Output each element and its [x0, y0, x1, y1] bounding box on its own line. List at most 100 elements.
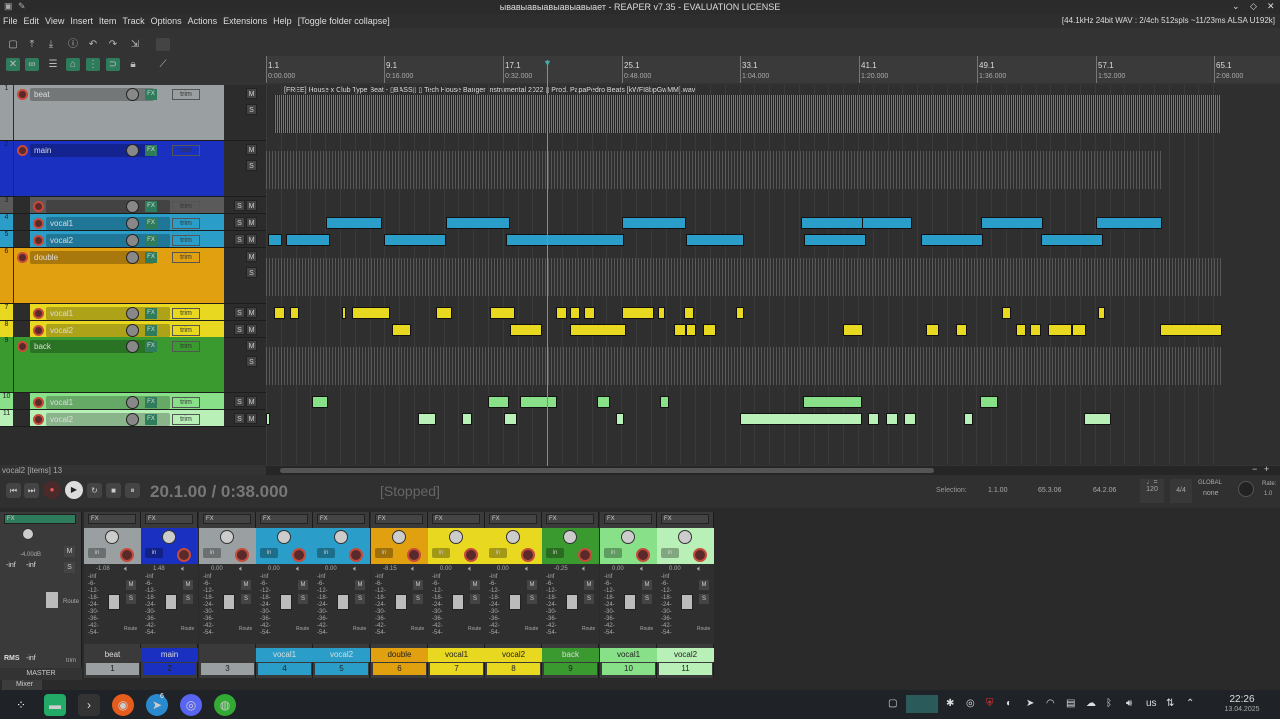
mute-button[interactable]: M: [246, 396, 257, 407]
strip-speaker-icon[interactable]: 🔈︎: [353, 564, 358, 574]
strip-route-button[interactable]: Route: [411, 626, 424, 632]
record-button[interactable]: ●: [43, 481, 61, 499]
fx-button[interactable]: FX: [145, 89, 157, 100]
strip-solo-button[interactable]: S: [584, 594, 594, 604]
strip-mute-button[interactable]: M: [355, 580, 365, 590]
fx-button[interactable]: FX: [145, 145, 157, 156]
rate-value[interactable]: 1.0: [1264, 491, 1272, 497]
fx-button[interactable]: FX: [145, 252, 157, 263]
tray-expand-icon[interactable]: ⌃: [1186, 698, 1194, 709]
strip-name[interactable]: double: [371, 648, 428, 662]
record-arm-button[interactable]: [33, 218, 44, 229]
solo-button[interactable]: S: [234, 217, 245, 228]
media-item[interactable]: [660, 396, 669, 408]
track-number[interactable]: 5: [0, 231, 13, 247]
media-item[interactable]: [1098, 307, 1105, 319]
strip-mute-button[interactable]: M: [584, 580, 594, 590]
media-item[interactable]: [703, 324, 716, 336]
track-number[interactable]: 10: [0, 393, 13, 409]
solo-button[interactable]: S: [234, 307, 245, 318]
arrange-view[interactable]: [FREE] House x Club Type Beat - ▯BASS▯ ▯…: [266, 85, 1280, 465]
media-item[interactable]: [570, 307, 580, 319]
strip-pan-knob[interactable]: [277, 530, 291, 544]
tray-cloud-icon[interactable]: ☁: [1086, 698, 1096, 709]
master-solo-button[interactable]: S: [64, 562, 75, 573]
fx-button[interactable]: FX: [145, 325, 157, 336]
strip-fx-button[interactable]: FX: [88, 514, 136, 524]
solo-button[interactable]: S: [246, 267, 257, 278]
media-item[interactable]: [868, 413, 879, 425]
firefox-icon[interactable]: ◉: [112, 694, 134, 716]
strip-mute-button[interactable]: M: [470, 580, 480, 590]
track-9[interactable]: 9 back FX trim M S: [0, 337, 266, 393]
master-trim-button[interactable]: trim: [66, 658, 76, 664]
solo-button[interactable]: S: [234, 200, 245, 211]
track-4[interactable]: 4 vocal1 FX trim M S: [0, 214, 266, 231]
strip-pan-knob[interactable]: [220, 530, 234, 544]
volume-knob[interactable]: [126, 340, 139, 353]
save-project-icon[interactable]: ⤓: [44, 38, 58, 51]
record-arm-button[interactable]: [33, 414, 44, 425]
volume-knob[interactable]: [126, 217, 139, 230]
strip-fader[interactable]: [509, 594, 521, 610]
trim-button[interactable]: trim: [172, 89, 200, 100]
strip-route-button[interactable]: Route: [582, 626, 595, 632]
selection-length[interactable]: 64.2.06: [1093, 487, 1116, 494]
go-to-start-icon[interactable]: ⏮: [6, 483, 21, 498]
strip-route-button[interactable]: Route: [124, 626, 137, 632]
strip-name[interactable]: vocal1: [428, 648, 485, 662]
terminal-icon[interactable]: ›: [78, 694, 100, 716]
fx-button[interactable]: FX: [145, 397, 157, 408]
strip-fx-button[interactable]: FX: [661, 514, 709, 524]
media-item[interactable]: [312, 396, 328, 408]
strip-fader[interactable]: [624, 594, 636, 610]
strip-volume[interactable]: 0.00: [497, 566, 509, 572]
strip-record-arm[interactable]: [521, 548, 535, 562]
strip-speaker-icon[interactable]: 🔈︎: [525, 564, 530, 574]
metronome-icon[interactable]: ⇲: [128, 38, 142, 51]
media-item[interactable]: [658, 307, 665, 319]
media-item[interactable]: [616, 413, 624, 425]
media-item[interactable]: [956, 324, 967, 336]
strip-input-button[interactable]: in: [88, 548, 106, 558]
file-manager-icon[interactable]: ▬: [44, 694, 66, 716]
strip-speaker-icon[interactable]: 🔈︎: [582, 564, 587, 574]
strip-pan-knob[interactable]: [563, 530, 577, 544]
strip-name[interactable]: vocal2: [313, 648, 370, 662]
menu-file[interactable]: File: [0, 14, 21, 28]
media-item[interactable]: [266, 413, 270, 425]
project-settings-icon[interactable]: ⓘ: [66, 38, 80, 51]
zoom-in-icon[interactable]: +: [1264, 464, 1269, 474]
media-item[interactable]: [801, 217, 868, 229]
strip-speaker-icon[interactable]: 🔈︎: [124, 564, 129, 574]
strip-speaker-icon[interactable]: 🔈︎: [468, 564, 473, 574]
strip-input-button[interactable]: in: [661, 548, 679, 558]
mute-button[interactable]: M: [246, 324, 257, 335]
menu-item[interactable]: Item: [96, 14, 120, 28]
strip-input-button[interactable]: in: [489, 548, 507, 558]
strip-record-arm[interactable]: [693, 548, 707, 562]
media-item[interactable]: [686, 324, 696, 336]
media-item[interactable]: [597, 396, 610, 408]
strip-route-button[interactable]: Route: [640, 626, 653, 632]
strip-name[interactable]: vocal1: [600, 648, 657, 662]
volume-knob[interactable]: [126, 413, 139, 426]
master-mute-button[interactable]: M: [64, 546, 75, 557]
media-item[interactable]: [584, 307, 595, 319]
strip-volume[interactable]: 0.00: [612, 566, 624, 572]
solo-button[interactable]: S: [234, 324, 245, 335]
trim-button[interactable]: trim: [172, 325, 200, 336]
mute-button[interactable]: M: [246, 200, 257, 211]
media-item[interactable]: [964, 413, 973, 425]
strip-name[interactable]: vocal2: [485, 648, 542, 662]
strip-route-button[interactable]: Route: [697, 626, 710, 632]
volume-knob[interactable]: [126, 396, 139, 409]
track-3[interactable]: 3 FX trim M S: [0, 197, 266, 214]
master-fader[interactable]: [46, 592, 58, 608]
track-number[interactable]: 2: [0, 141, 13, 196]
track-panel[interactable]: FX trim: [30, 197, 224, 213]
menu-insert[interactable]: Insert: [67, 14, 96, 28]
volume-knob[interactable]: [126, 324, 139, 337]
tray-clipboard-icon[interactable]: ▤: [1066, 698, 1075, 709]
strip-mute-button[interactable]: M: [298, 580, 308, 590]
